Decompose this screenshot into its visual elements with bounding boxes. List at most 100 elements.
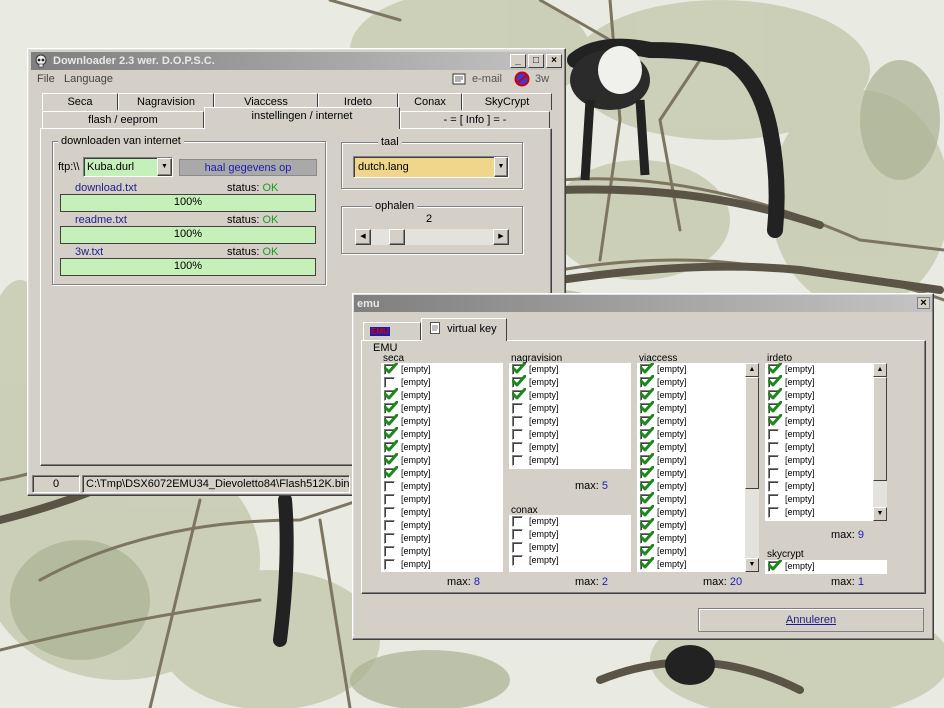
key-row[interactable]: [empty] xyxy=(381,388,503,402)
downloader-titlebar[interactable]: Downloader 2.3 wer. D.O.P.S.C. _ □ × xyxy=(31,52,562,70)
key-row[interactable]: [empty] xyxy=(765,506,873,519)
close-button[interactable]: × xyxy=(546,54,562,68)
key-checkbox[interactable] xyxy=(512,516,523,527)
fetch-scroll-right-arrow[interactable]: ▶ xyxy=(493,229,509,245)
language-dropdown-arrow[interactable]: ▼ xyxy=(494,157,508,177)
conax-key-list[interactable]: [empty] [empty] [empty] [empty] xyxy=(509,515,631,572)
tab-skycrypt[interactable]: SkyCrypt xyxy=(462,93,552,110)
key-checkbox[interactable] xyxy=(384,546,395,557)
key-row[interactable]: [empty] xyxy=(509,441,631,454)
key-row[interactable]: [empty] xyxy=(765,441,873,454)
irdeto-scroll-down[interactable]: ▼ xyxy=(873,507,887,521)
key-checkbox[interactable] xyxy=(384,520,395,531)
key-checkbox[interactable] xyxy=(384,481,395,492)
seca-key-list[interactable]: [empty] [empty] [empty] [empty] [empty] [empt… xyxy=(381,363,503,572)
key-checkbox[interactable] xyxy=(384,494,395,505)
key-row[interactable]: [empty] xyxy=(381,558,503,571)
email-icon[interactable] xyxy=(452,72,468,86)
irdeto-scroll-thumb[interactable] xyxy=(873,377,887,481)
tab-flash-eeprom[interactable]: flash / eeprom xyxy=(42,111,204,128)
key-checkbox[interactable] xyxy=(384,559,395,570)
key-row[interactable]: [empty] xyxy=(381,414,503,428)
key-row[interactable]: [empty] xyxy=(637,557,745,571)
viaccess-scroll-up[interactable]: ▲ xyxy=(745,363,759,377)
key-row[interactable]: [empty] xyxy=(381,532,503,545)
file-name-download[interactable]: download.txt xyxy=(75,182,137,194)
key-row[interactable]: [empty] xyxy=(509,528,631,541)
web-icon[interactable] xyxy=(514,71,530,87)
viaccess-scroll-down[interactable]: ▼ xyxy=(745,558,759,572)
key-row[interactable]: [empty] xyxy=(765,560,887,573)
key-checkbox[interactable] xyxy=(384,507,395,518)
fetch-scrollbar[interactable]: ◀ ▶ xyxy=(355,229,509,245)
key-row[interactable]: [empty] xyxy=(509,363,631,376)
key-row[interactable]: [empty] xyxy=(381,453,503,467)
emu-tab-virtual-key[interactable]: virtual key xyxy=(421,318,507,341)
key-checkbox[interactable] xyxy=(512,455,523,466)
maximize-button[interactable]: □ xyxy=(528,54,544,68)
emu-close-button[interactable]: × xyxy=(917,297,930,309)
key-row[interactable]: [empty] xyxy=(765,480,873,493)
key-checkbox[interactable] xyxy=(512,416,523,427)
key-row[interactable]: [empty] xyxy=(765,414,873,428)
key-row[interactable]: [empty] xyxy=(765,454,873,467)
key-checkbox[interactable] xyxy=(384,377,395,388)
key-row[interactable]: [empty] xyxy=(509,428,631,441)
menu-email[interactable]: e-mail xyxy=(472,73,502,85)
cancel-button[interactable]: Annuleren xyxy=(698,608,924,632)
key-checkbox[interactable] xyxy=(512,555,523,566)
emu-tab-emu[interactable]: EMU EMU xyxy=(363,322,421,354)
key-row[interactable]: [empty] xyxy=(381,519,503,532)
key-checkbox[interactable] xyxy=(768,481,779,492)
key-row[interactable]: [empty] xyxy=(381,363,503,376)
key-checkbox[interactable] xyxy=(768,468,779,479)
viaccess-scroll-thumb[interactable] xyxy=(745,377,759,489)
viaccess-key-list[interactable]: [empty] [empty] [empty] [empty] [empty] [empt… xyxy=(637,363,745,572)
key-row[interactable]: [empty] xyxy=(509,375,631,389)
key-checkbox[interactable] xyxy=(768,455,779,466)
key-row[interactable]: [empty] xyxy=(381,427,503,441)
key-row[interactable]: [empty] xyxy=(509,402,631,415)
key-row[interactable]: [empty] xyxy=(381,506,503,519)
skycrypt-key-list[interactable]: [empty] xyxy=(765,560,887,574)
key-checkbox[interactable] xyxy=(384,533,395,544)
viaccess-scrollbar[interactable]: ▲ ▼ xyxy=(745,363,759,572)
file-name-readme[interactable]: readme.txt xyxy=(75,214,127,226)
irdeto-scroll-up[interactable]: ▲ xyxy=(873,363,887,377)
key-row[interactable]: [empty] xyxy=(765,493,873,506)
key-row[interactable]: [empty] xyxy=(509,515,631,528)
file-name-3w[interactable]: 3w.txt xyxy=(75,246,103,258)
key-row[interactable]: [empty] xyxy=(509,415,631,428)
tab-info[interactable]: - = [ Info ] = - xyxy=(400,111,550,128)
tab-conax[interactable]: Conax xyxy=(398,93,462,110)
key-row[interactable]: [empty] xyxy=(381,401,503,415)
key-row[interactable]: [empty] xyxy=(509,554,631,567)
key-row[interactable]: [empty] xyxy=(765,467,873,480)
key-checkbox[interactable] xyxy=(768,507,779,518)
key-row[interactable]: [empty] xyxy=(509,541,631,554)
key-row[interactable]: [empty] xyxy=(381,466,503,480)
key-checkbox[interactable] xyxy=(512,442,523,453)
key-row[interactable]: [empty] xyxy=(381,440,503,454)
fetch-data-button[interactable]: haal gegevens op xyxy=(179,159,317,176)
key-checkbox[interactable] xyxy=(768,429,779,440)
key-row[interactable]: [empty] xyxy=(509,454,631,467)
key-row[interactable]: [empty] xyxy=(765,428,873,441)
key-checkbox[interactable] xyxy=(512,529,523,540)
key-row[interactable]: [empty] xyxy=(509,388,631,402)
server-dropdown-arrow[interactable]: ▼ xyxy=(157,158,172,176)
tab-seca[interactable]: Seca xyxy=(42,93,118,110)
server-select[interactable]: Kuba.durl ▼ xyxy=(83,157,173,177)
key-checkbox[interactable] xyxy=(512,429,523,440)
fetch-scroll-left-arrow[interactable]: ◀ xyxy=(355,229,371,245)
menu-language[interactable]: Language xyxy=(64,73,113,85)
menu-web[interactable]: 3w xyxy=(535,73,549,85)
fetch-scroll-thumb[interactable] xyxy=(389,229,405,245)
emu-titlebar[interactable]: emu × xyxy=(354,295,932,312)
key-checkbox[interactable] xyxy=(512,542,523,553)
key-row[interactable]: [empty] xyxy=(381,480,503,493)
key-checkbox[interactable] xyxy=(768,494,779,505)
key-checkbox[interactable] xyxy=(768,442,779,453)
key-checkbox[interactable] xyxy=(512,403,523,414)
minimize-button[interactable]: _ xyxy=(510,54,526,68)
